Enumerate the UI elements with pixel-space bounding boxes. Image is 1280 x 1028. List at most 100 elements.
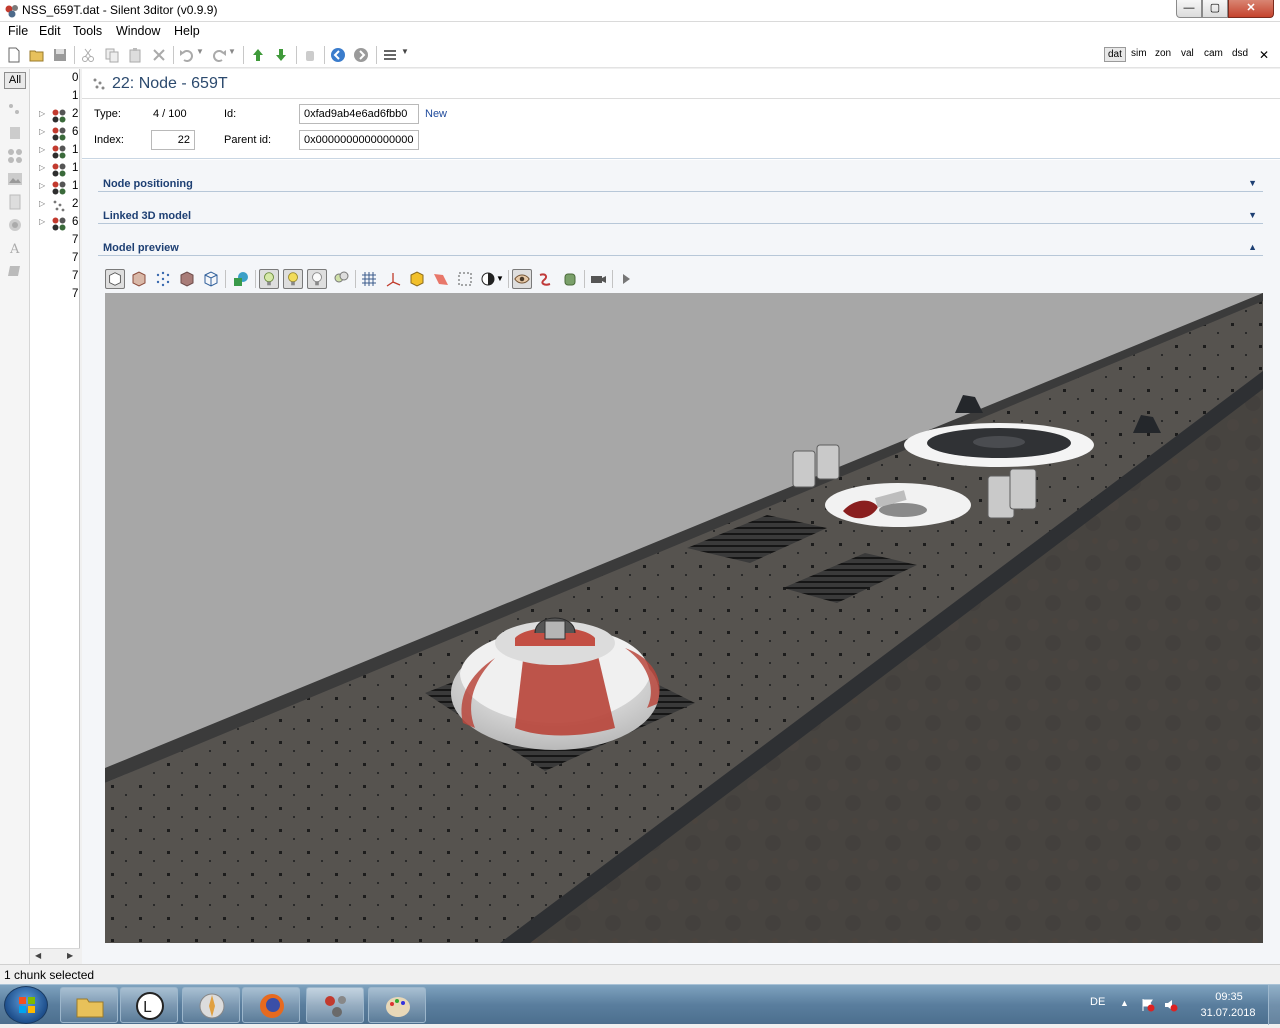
tree-row[interactable]: 7 — [30, 251, 80, 269]
light-1-icon[interactable] — [259, 269, 279, 289]
tree-row[interactable]: ▷ 1 — [30, 161, 80, 179]
expand-toggle-icon[interactable]: ▷ — [39, 163, 45, 172]
menu-help[interactable]: Help — [174, 24, 200, 38]
tree-row[interactable]: ▷ 1 — [30, 143, 80, 161]
copy-icon[interactable] — [104, 47, 120, 63]
filter-balls-icon[interactable] — [7, 148, 23, 164]
new-file-icon[interactable] — [6, 47, 22, 63]
menu-edit[interactable]: Edit — [39, 24, 61, 38]
tray-expand-icon[interactable]: ▲ — [1120, 998, 1134, 1012]
filter-page-icon[interactable] — [7, 125, 23, 141]
flag-icon[interactable] — [1141, 998, 1155, 1012]
filter-image-icon[interactable] — [7, 171, 23, 187]
eye-icon[interactable] — [512, 269, 532, 289]
mode-zon[interactable]: zon — [1152, 47, 1174, 60]
close-button[interactable]: ✕ — [1228, 0, 1274, 18]
section-node-positioning[interactable]: Node positioning ▼ — [98, 160, 1263, 192]
menu-tools[interactable]: Tools — [73, 24, 102, 38]
filter-text-icon[interactable]: A — [7, 240, 23, 256]
tree-row[interactable]: 1 — [30, 89, 80, 107]
close-panel-icon[interactable]: ✕ — [1256, 47, 1272, 63]
expand-arrow-icon[interactable]: ▼ — [1248, 210, 1257, 220]
model-preview-viewport[interactable] — [105, 293, 1263, 943]
cut-icon[interactable] — [80, 47, 96, 63]
menu-window[interactable]: Window — [116, 24, 160, 38]
open-folder-icon[interactable] — [29, 47, 45, 63]
expand-arrow-icon[interactable]: ▼ — [1248, 178, 1257, 188]
volume-muted-icon[interactable] — [1164, 998, 1178, 1012]
axes-icon[interactable] — [383, 269, 403, 289]
light-all-icon[interactable] — [331, 269, 351, 289]
tree-row[interactable]: 7 — [30, 269, 80, 287]
collapse-arrow-icon[interactable]: ▲ — [1248, 242, 1257, 252]
taskbar-app[interactable] — [182, 987, 240, 1023]
mode-dat[interactable]: dat — [1104, 47, 1126, 62]
id-field[interactable]: 0xfad9ab4e6ad6fbb0 — [299, 104, 419, 124]
scroll-left-icon[interactable]: ◀ — [35, 951, 41, 960]
paste-icon[interactable] — [127, 47, 143, 63]
filter-material-icon[interactable] — [7, 263, 23, 279]
scroll-right-icon[interactable]: ▶ — [67, 951, 73, 960]
redo-dropdown-icon[interactable]: ▼ — [228, 47, 244, 63]
expand-toggle-icon[interactable]: ▷ — [39, 127, 45, 136]
wire-cube-icon[interactable] — [201, 269, 221, 289]
section-linked-3d-model[interactable]: Linked 3D model ▼ — [98, 192, 1263, 224]
save-icon[interactable] — [52, 47, 68, 63]
forward-icon[interactable] — [353, 47, 369, 63]
taskbar-paint[interactable] — [368, 987, 426, 1023]
tree-row[interactable]: ▷ 2 — [30, 197, 80, 215]
tree-row[interactable]: 7 — [30, 233, 80, 251]
light-2-icon[interactable] — [283, 269, 303, 289]
mode-dsd[interactable]: dsd — [1229, 47, 1251, 60]
light-3-icon[interactable] — [307, 269, 327, 289]
undo-icon[interactable] — [179, 47, 195, 63]
shapes-icon[interactable] — [231, 269, 251, 289]
tree-row[interactable]: ▷ 2 — [30, 107, 80, 125]
mode-sim[interactable]: sim — [1128, 47, 1150, 60]
minimize-button[interactable]: — — [1176, 0, 1202, 18]
tree-row[interactable]: ▷ 6 — [30, 125, 80, 143]
view-list-icon[interactable] — [382, 47, 398, 63]
taskbar-explorer[interactable] — [60, 987, 118, 1023]
tree-row[interactable]: ▷ 1 — [30, 179, 80, 197]
taskbar-launcher[interactable]: L — [120, 987, 178, 1023]
move-up-icon[interactable] — [250, 47, 266, 63]
filter-doc-icon[interactable] — [7, 194, 23, 210]
start-button[interactable] — [4, 986, 48, 1024]
expand-toggle-icon[interactable]: ▷ — [39, 109, 45, 118]
menu-file[interactable]: File — [8, 24, 28, 38]
undo-dropdown-icon[interactable]: ▼ — [196, 47, 212, 63]
back-icon[interactable] — [330, 47, 346, 63]
selection-icon[interactable] — [455, 269, 475, 289]
shaded-cube-icon[interactable] — [177, 269, 197, 289]
tree-row[interactable]: 0 — [30, 71, 80, 89]
grid-icon[interactable] — [359, 269, 379, 289]
expand-toggle-icon[interactable]: ▷ — [39, 181, 45, 190]
show-desktop-button[interactable] — [1268, 985, 1280, 1025]
keyboard-language[interactable]: DE — [1090, 996, 1105, 1008]
tree-row[interactable]: ▷ 6 — [30, 215, 80, 233]
plane-icon[interactable] — [431, 269, 451, 289]
snake-icon[interactable] — [536, 269, 556, 289]
bbox-icon[interactable] — [407, 269, 427, 289]
filter-node-icon[interactable] — [7, 102, 23, 118]
move-down-icon[interactable] — [273, 47, 289, 63]
index-field[interactable]: 22 — [151, 130, 195, 150]
view-dropdown-icon[interactable]: ▼ — [401, 47, 417, 63]
redo-icon[interactable] — [211, 47, 227, 63]
taskbar-silent3ditor[interactable] — [306, 987, 364, 1023]
filter-all-button[interactable]: All — [4, 72, 26, 89]
expand-toggle-icon[interactable]: ▷ — [39, 199, 45, 208]
hand-tool-icon[interactable] — [560, 269, 580, 289]
expand-toggle-icon[interactable]: ▷ — [39, 217, 45, 226]
maximize-button[interactable]: ▢ — [1202, 0, 1228, 18]
clock-time[interactable]: 09:35 — [1199, 991, 1259, 1003]
mode-cam[interactable]: cam — [1201, 47, 1226, 60]
delete-icon[interactable] — [151, 47, 167, 63]
points-icon[interactable] — [153, 269, 173, 289]
tree-horizontal-scrollbar[interactable]: ◀ ▶ — [30, 948, 80, 964]
clock-date[interactable]: 31.07.2018 — [1192, 1007, 1264, 1019]
textured-cube-icon[interactable] — [129, 269, 149, 289]
filter-sound-icon[interactable] — [7, 217, 23, 233]
section-model-preview[interactable]: Model preview ▲ — [98, 224, 1263, 256]
